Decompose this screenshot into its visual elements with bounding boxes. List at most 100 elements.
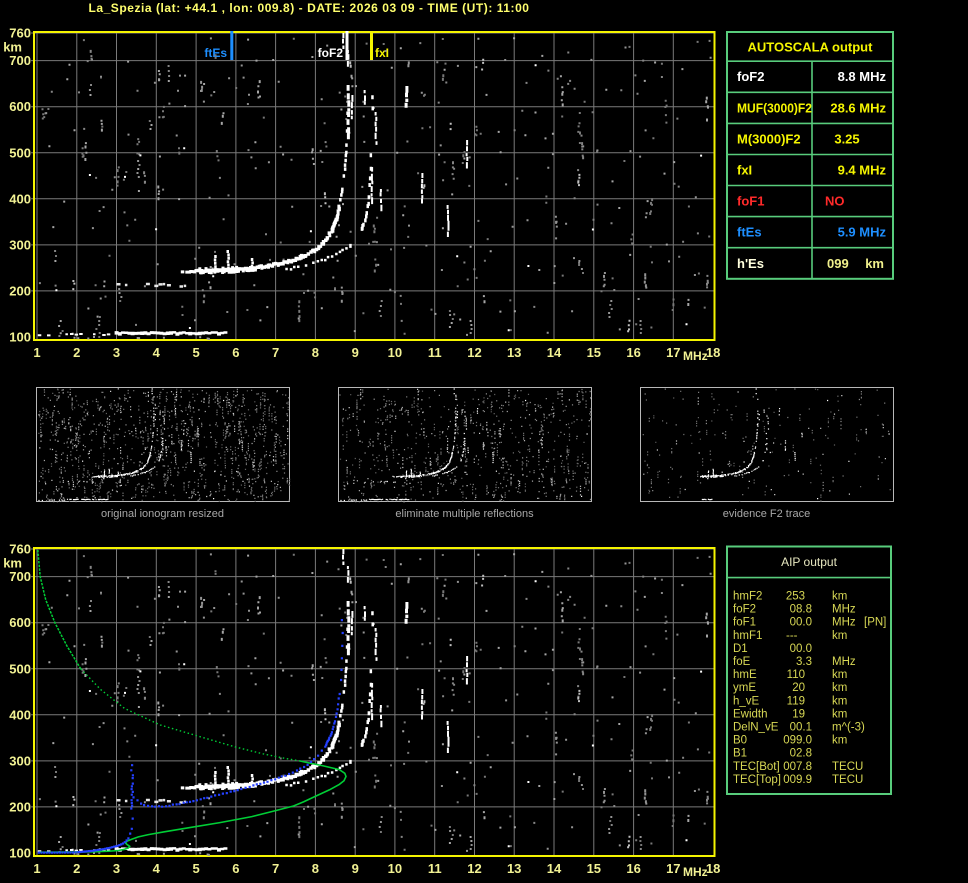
svg-text:400: 400 bbox=[9, 191, 31, 206]
svg-text:9: 9 bbox=[352, 861, 359, 876]
svg-text:00.0: 00.0 bbox=[790, 617, 812, 629]
svg-text:B0: B0 bbox=[733, 735, 747, 747]
svg-text:12: 12 bbox=[467, 345, 481, 360]
svg-text:009.9: 009.9 bbox=[783, 774, 812, 786]
svg-text:evidence F2 trace: evidence F2 trace bbox=[723, 508, 810, 520]
svg-text:099: 099 bbox=[827, 256, 849, 271]
svg-text:600: 600 bbox=[9, 99, 31, 114]
svg-text:15: 15 bbox=[587, 345, 601, 360]
svg-text:hmF2: hmF2 bbox=[733, 591, 762, 603]
svg-text:253: 253 bbox=[786, 591, 805, 603]
svg-text:200: 200 bbox=[9, 799, 31, 814]
svg-text:700: 700 bbox=[9, 53, 31, 68]
svg-text:17: 17 bbox=[666, 345, 680, 360]
svg-text:m^(-3): m^(-3) bbox=[832, 722, 865, 734]
svg-text:00.1: 00.1 bbox=[790, 722, 812, 734]
svg-text:NO: NO bbox=[825, 194, 845, 209]
svg-text:km: km bbox=[832, 682, 847, 694]
svg-text:760: 760 bbox=[9, 542, 31, 557]
svg-text:1: 1 bbox=[33, 345, 40, 360]
svg-text:760: 760 bbox=[9, 26, 31, 41]
svg-text:700: 700 bbox=[9, 569, 31, 584]
svg-text:600: 600 bbox=[9, 615, 31, 630]
svg-text:02.8: 02.8 bbox=[790, 748, 812, 760]
svg-text:D1: D1 bbox=[733, 643, 748, 655]
svg-text:10: 10 bbox=[388, 861, 402, 876]
svg-text:7: 7 bbox=[272, 861, 279, 876]
svg-text:12: 12 bbox=[467, 861, 481, 876]
svg-text:300: 300 bbox=[9, 753, 31, 768]
svg-text:08.8: 08.8 bbox=[790, 604, 812, 616]
svg-text:17: 17 bbox=[666, 861, 680, 876]
svg-text:TEC[Bot]: TEC[Bot] bbox=[733, 761, 780, 773]
svg-text:km: km bbox=[832, 735, 847, 747]
svg-text:foF1: foF1 bbox=[737, 194, 764, 209]
svg-text:ftEs: ftEs bbox=[737, 225, 762, 240]
svg-text:3.3: 3.3 bbox=[796, 656, 812, 668]
svg-text:MHz: MHz bbox=[832, 656, 856, 668]
svg-text:110: 110 bbox=[787, 669, 805, 681]
svg-text:MHz: MHz bbox=[832, 617, 856, 629]
svg-text:9.4 MHz: 9.4 MHz bbox=[838, 163, 887, 178]
svg-text:5.9 MHz: 5.9 MHz bbox=[838, 225, 887, 240]
svg-text:8.8 MHz: 8.8 MHz bbox=[838, 69, 887, 84]
svg-text:11: 11 bbox=[428, 861, 442, 876]
svg-text:La_Spezia (lat: +44.1 , lon: 0: La_Spezia (lat: +44.1 , lon: 009.8) - DA… bbox=[88, 1, 529, 15]
svg-text:18: 18 bbox=[706, 861, 720, 876]
svg-text:200: 200 bbox=[9, 283, 31, 298]
svg-text:MHz: MHz bbox=[683, 865, 708, 879]
svg-text:hmE: hmE bbox=[733, 669, 757, 681]
svg-text:100: 100 bbox=[9, 330, 31, 345]
svg-text:TECU: TECU bbox=[832, 761, 863, 773]
svg-text:9: 9 bbox=[352, 345, 359, 360]
svg-text:km: km bbox=[832, 630, 847, 642]
svg-text:4: 4 bbox=[153, 345, 161, 360]
svg-text:fxI: fxI bbox=[375, 46, 389, 60]
svg-text:foF2: foF2 bbox=[737, 69, 764, 84]
svg-text:16: 16 bbox=[626, 345, 640, 360]
svg-text:[PN]: [PN] bbox=[864, 617, 886, 629]
svg-text:AUTOSCALA output: AUTOSCALA output bbox=[748, 40, 874, 55]
svg-text:5: 5 bbox=[192, 345, 199, 360]
svg-text:1: 1 bbox=[33, 861, 40, 876]
svg-text:TEC[Top]: TEC[Top] bbox=[733, 774, 781, 786]
svg-text:500: 500 bbox=[9, 661, 31, 676]
svg-text:7: 7 bbox=[272, 345, 279, 360]
svg-text:6: 6 bbox=[232, 345, 239, 360]
svg-text:MHz: MHz bbox=[683, 349, 708, 363]
svg-text:Ewidth: Ewidth bbox=[733, 708, 768, 720]
svg-text:007.8: 007.8 bbox=[783, 761, 812, 773]
svg-text:099.0: 099.0 bbox=[783, 735, 812, 747]
svg-text:15: 15 bbox=[587, 861, 601, 876]
svg-text:---: --- bbox=[786, 630, 798, 642]
svg-text:h'Es: h'Es bbox=[737, 256, 764, 271]
svg-text:19: 19 bbox=[792, 708, 805, 720]
svg-text:119: 119 bbox=[787, 695, 805, 707]
svg-text:20: 20 bbox=[792, 682, 805, 694]
svg-text:28.6 MHz: 28.6 MHz bbox=[830, 100, 886, 115]
svg-text:AIP output: AIP output bbox=[781, 555, 837, 569]
svg-text:ymE: ymE bbox=[733, 682, 756, 694]
svg-text:original ionogram resized: original ionogram resized bbox=[101, 508, 224, 520]
svg-text:00.0: 00.0 bbox=[790, 643, 812, 655]
svg-text:18: 18 bbox=[706, 345, 720, 360]
svg-text:km: km bbox=[3, 555, 22, 570]
svg-text:3: 3 bbox=[113, 345, 120, 360]
svg-text:foF2: foF2 bbox=[733, 604, 756, 616]
svg-text:MHz: MHz bbox=[832, 604, 856, 616]
svg-text:km: km bbox=[832, 695, 847, 707]
svg-text:16: 16 bbox=[626, 861, 640, 876]
svg-text:500: 500 bbox=[9, 145, 31, 160]
svg-text:2: 2 bbox=[73, 345, 80, 360]
svg-text:14: 14 bbox=[547, 345, 562, 360]
svg-text:11: 11 bbox=[428, 345, 442, 360]
svg-text:M(3000)F2: M(3000)F2 bbox=[737, 131, 801, 146]
svg-text:DelN_vE: DelN_vE bbox=[733, 722, 779, 734]
svg-text:hmF1: hmF1 bbox=[733, 630, 762, 642]
svg-text:3.25: 3.25 bbox=[834, 131, 859, 146]
svg-text:km: km bbox=[3, 39, 22, 54]
svg-text:km: km bbox=[832, 708, 847, 720]
svg-text:13: 13 bbox=[507, 861, 521, 876]
svg-text:3: 3 bbox=[113, 861, 120, 876]
svg-text:foF1: foF1 bbox=[733, 617, 756, 629]
